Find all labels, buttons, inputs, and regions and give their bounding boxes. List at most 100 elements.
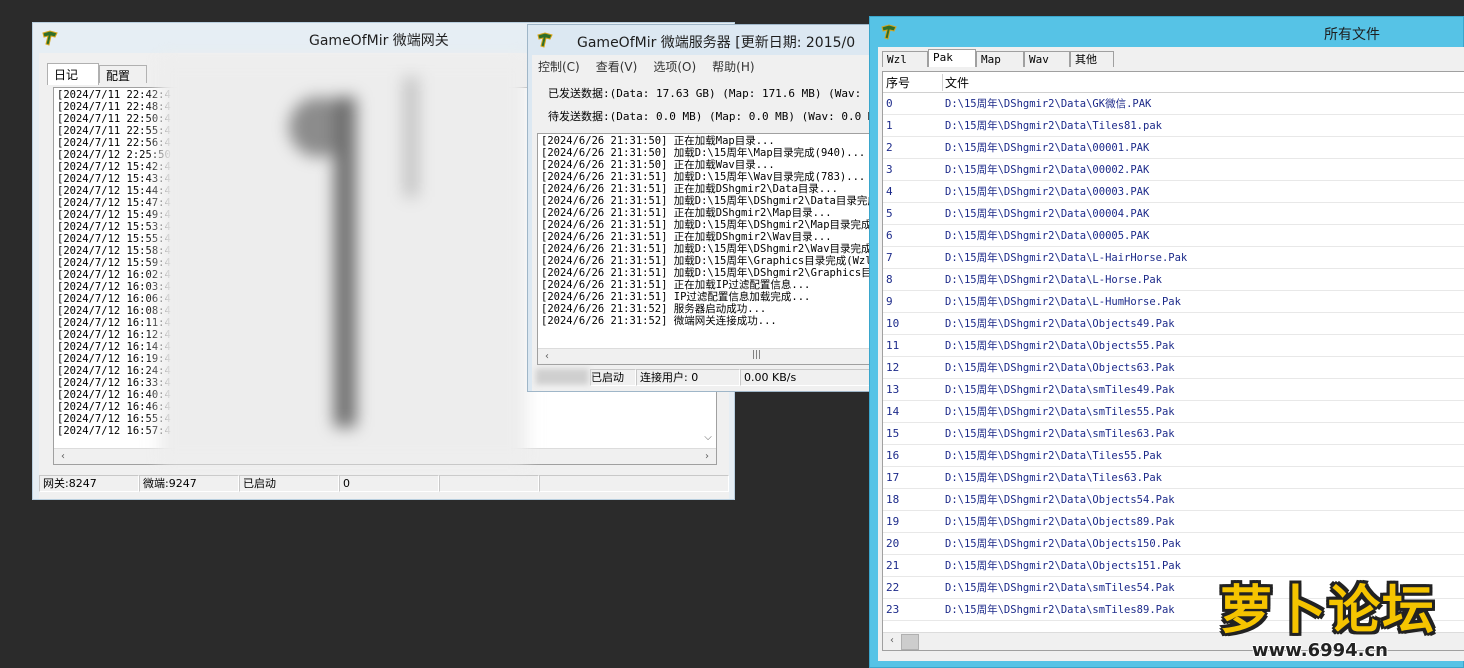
gateway-statusbar: 网关:8247 微端:9247 已启动 0	[39, 475, 729, 492]
table-row[interactable]: 2 D:\15周年\DShgmir2\Data\00001.PAK	[883, 137, 1464, 159]
server-log-line: [2024/6/26 21:31:50] 正在加载Wav目录...	[541, 159, 775, 171]
table-row[interactable]: 13 D:\15周年\DShgmir2\Data\smTiles49.Pak	[883, 379, 1464, 401]
row-file-path: D:\15周年\DShgmir2\Data\00003.PAK	[945, 186, 1150, 198]
row-index: 23	[886, 603, 900, 616]
table-row[interactable]: 14 D:\15周年\DShgmir2\Data\smTiles55.Pak	[883, 401, 1464, 423]
table-row[interactable]: 11 D:\15周年\DShgmir2\Data\Objects55.Pak	[883, 335, 1464, 357]
menu-help[interactable]: 帮助(H)	[712, 58, 754, 75]
server-log-line: [2024/6/26 21:31:51] 加载D:\15周年\DShgmir2\…	[541, 243, 872, 255]
tab-config[interactable]: 配置	[99, 65, 147, 83]
files-tab-0[interactable]: Wzl	[882, 51, 928, 67]
blurred-region	[159, 57, 527, 465]
files-tab-1[interactable]: Pak	[928, 49, 976, 67]
menu-options[interactable]: 选项(O)	[653, 58, 696, 75]
menu-control[interactable]: 控制(C)	[538, 58, 580, 75]
files-tab-label: Wav	[1029, 53, 1049, 66]
server-log-line: [2024/6/26 21:31:50] 正在加载Map目录...	[541, 135, 775, 147]
table-row[interactable]: 6 D:\15周年\DShgmir2\Data\00005.PAK	[883, 225, 1464, 247]
row-index: 15	[886, 427, 900, 440]
app-logo-icon	[537, 32, 553, 48]
row-file-path: D:\15周年\DShgmir2\Data\L-HairHorse.Pak	[945, 252, 1188, 264]
files-titlebar[interactable]: 所有文件	[870, 17, 1463, 47]
table-row[interactable]: 16 D:\15周年\DShgmir2\Data\Tiles55.Pak	[883, 445, 1464, 467]
row-file-path: D:\15周年\DShgmir2\Data\smTiles63.Pak	[945, 428, 1175, 440]
table-row[interactable]: 18 D:\15周年\DShgmir2\Data\Objects54.Pak	[883, 489, 1464, 511]
row-file-path: D:\15周年\DShgmir2\Data\smTiles49.Pak	[945, 384, 1175, 396]
column-file[interactable]: 文件	[943, 74, 969, 91]
tab-log[interactable]: 日记	[47, 63, 99, 85]
row-index: 5	[886, 207, 893, 220]
server-menubar: 控制(C) 查看(V) 选项(O) 帮助(H)	[538, 58, 755, 75]
files-tab-4[interactable]: 其他	[1070, 51, 1114, 67]
server-titlebar[interactable]: GameOfMir 微端服务器 [更新日期: 2015/0	[528, 25, 872, 55]
files-table-header: 序号 文件	[883, 72, 1464, 93]
row-file-path: D:\15周年\DShgmir2\Data\Objects54.Pak	[945, 494, 1175, 506]
server-hscroll[interactable]: ‹ |||	[538, 348, 872, 364]
table-row[interactable]: 10 D:\15周年\DShgmir2\Data\Objects49.Pak	[883, 313, 1464, 335]
table-row[interactable]: 19 D:\15周年\DShgmir2\Data\Objects89.Pak	[883, 511, 1464, 533]
server-log-line: [2024/6/26 21:31:51] 正在加载DShgmir2\Wav目录.…	[541, 231, 832, 243]
scroll-thumb-grip-icon[interactable]: |||	[752, 350, 761, 360]
scroll-right-arrow[interactable]: ›	[700, 450, 714, 463]
row-index: 12	[886, 361, 900, 374]
server-log-line: [2024/6/26 21:31:51] 正在加载IP过滤配置信息...	[541, 279, 811, 291]
server-log-line: [2024/6/26 21:31:51] 加载D:\15周年\Graphics目…	[541, 255, 872, 267]
row-index: 20	[886, 537, 900, 550]
table-row[interactable]: 1 D:\15周年\DShgmir2\Data\Tiles81.pak	[883, 115, 1464, 137]
table-row[interactable]: 4 D:\15周年\DShgmir2\Data\00003.PAK	[883, 181, 1464, 203]
server-log-line: [2024/6/26 21:31:51] 加载D:\15周年\Wav目录完成(7…	[541, 171, 866, 183]
server-log[interactable]: [2024/6/26 21:31:50] 正在加载Map目录... [2024/6…	[537, 133, 872, 365]
row-file-path: D:\15周年\DShgmir2\Data\00002.PAK	[945, 164, 1150, 176]
scroll-thumb[interactable]	[901, 634, 919, 650]
table-row[interactable]: 20 D:\15周年\DShgmir2\Data\Objects150.Pak	[883, 533, 1464, 555]
watermark-url: www.6994.cn	[1252, 640, 1388, 661]
table-row[interactable]: 17 D:\15周年\DShgmir2\Data\Tiles63.Pak	[883, 467, 1464, 489]
column-index[interactable]: 序号	[883, 73, 943, 91]
status-empty-2	[539, 475, 729, 492]
row-index: 16	[886, 449, 900, 462]
row-index: 3	[886, 163, 893, 176]
status-state: 已启动	[239, 475, 339, 492]
row-index: 17	[886, 471, 900, 484]
status-micro-port: 微端:9247	[139, 475, 239, 492]
vscroll-down-arrow[interactable]: ⌵	[701, 432, 715, 446]
server-log-line: [2024/6/26 21:31:52] 服务器启动成功...	[541, 303, 767, 315]
row-index: 9	[886, 295, 893, 308]
table-row[interactable]: 15 D:\15周年\DShgmir2\Data\smTiles63.Pak	[883, 423, 1464, 445]
row-file-path: D:\15周年\DShgmir2\Data\Objects55.Pak	[945, 340, 1175, 352]
scroll-left-arrow[interactable]: ‹	[56, 450, 70, 463]
table-row[interactable]: 0 D:\15周年\DShgmir2\Data\GK微信.PAK	[883, 93, 1464, 115]
files-tab-3[interactable]: Wav	[1024, 51, 1070, 67]
table-row[interactable]: 12 D:\15周年\DShgmir2\Data\Objects63.Pak	[883, 357, 1464, 379]
menu-view[interactable]: 查看(V)	[596, 58, 638, 75]
row-file-path: D:\15周年\DShgmir2\Data\Objects63.Pak	[945, 362, 1175, 374]
scroll-left-arrow[interactable]: ‹	[540, 350, 554, 363]
files-title: 所有文件	[1324, 27, 1380, 43]
row-file-path: D:\15周年\DShgmir2\Data\L-HumHorse.Pak	[945, 296, 1181, 308]
sent-data-label: 已发送数据:(Data: 17.63 GB) (Map: 171.6 MB) (…	[548, 87, 872, 100]
table-row[interactable]: 9 D:\15周年\DShgmir2\Data\L-HumHorse.Pak	[883, 291, 1464, 313]
row-index: 0	[886, 97, 893, 110]
server-log-line: [2024/6/26 21:31:51] 加载D:\15周年\DShgmir2\…	[541, 219, 872, 231]
scroll-left-arrow[interactable]: ‹	[885, 634, 899, 647]
server-statusbar: 已启动 连接用户: 0 0.00 KB/s	[536, 369, 872, 386]
table-row[interactable]: 7 D:\15周年\DShgmir2\Data\L-HairHorse.Pak	[883, 247, 1464, 269]
row-file-path: D:\15周年\DShgmir2\Data\Objects150.Pak	[945, 538, 1181, 550]
table-row[interactable]: 3 D:\15周年\DShgmir2\Data\00002.PAK	[883, 159, 1464, 181]
server-log-line: [2024/6/26 21:31:51] 加载D:\15周年\DShgmir2\…	[541, 195, 872, 207]
row-index: 1	[886, 119, 893, 132]
files-tab-2[interactable]: Map	[976, 51, 1024, 67]
gateway-title: GameOfMir 微端网关	[309, 33, 449, 49]
row-index: 14	[886, 405, 900, 418]
server-log-line: [2024/6/26 21:31:50] 加载D:\15周年\Map目录完成(9…	[541, 147, 866, 159]
row-index: 18	[886, 493, 900, 506]
server-window: GameOfMir 微端服务器 [更新日期: 2015/0 控制(C) 查看(V…	[527, 24, 873, 392]
status-server-state: 已启动	[590, 369, 636, 386]
status-users: 连接用户: 0	[636, 369, 740, 386]
row-index: 2	[886, 141, 893, 154]
row-file-path: D:\15周年\DShgmir2\Data\smTiles55.Pak	[945, 406, 1175, 418]
table-row[interactable]: 8 D:\15周年\DShgmir2\Data\L-Horse.Pak	[883, 269, 1464, 291]
table-row[interactable]: 5 D:\15周年\DShgmir2\Data\00004.PAK	[883, 203, 1464, 225]
files-table[interactable]: 序号 文件 0 D:\15周年\DShgmir2\Data\GK微信.PAK 1 D:…	[882, 71, 1464, 651]
row-file-path: D:\15周年\DShgmir2\Data\L-Horse.Pak	[945, 274, 1162, 286]
